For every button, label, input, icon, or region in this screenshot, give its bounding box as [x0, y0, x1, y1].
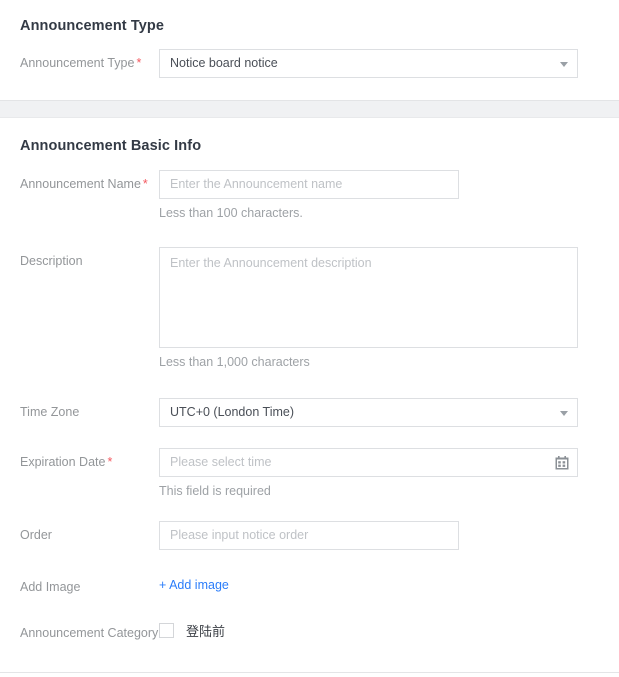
- form-row-announcement-category: Announcement Category 登陆前: [20, 595, 599, 643]
- add-image-link[interactable]: + Add image: [159, 573, 229, 593]
- label-description-text: Description: [20, 254, 83, 268]
- label-announcement-type: Announcement Type*: [20, 49, 159, 71]
- form-row-description: Description Enter the Announcement descr…: [20, 221, 599, 370]
- label-announcement-name-text: Announcement Name: [20, 177, 141, 191]
- label-announcement-category-text: Announcement Category: [20, 626, 158, 640]
- field-order: Please input notice order: [159, 521, 599, 550]
- section-title-announcement-basic-info: Announcement Basic Info: [20, 118, 599, 154]
- expiration-date-hint: This field is required: [159, 477, 599, 499]
- expiration-date-placeholder: Please select time: [170, 455, 271, 469]
- label-time-zone-text: Time Zone: [20, 405, 79, 419]
- checkbox-unchecked-icon[interactable]: [159, 623, 174, 638]
- required-asterisk: *: [143, 177, 148, 191]
- announcement-category-option-label[interactable]: 登陆前: [186, 621, 225, 640]
- form-row-expiration-date: Expiration Date* Please select time: [20, 427, 599, 499]
- description-hint: Less than 1,000 characters: [159, 348, 599, 370]
- form-row-add-image: Add Image + Add image: [20, 550, 599, 595]
- label-add-image: Add Image: [20, 573, 159, 595]
- section-title-announcement-type: Announcement Type: [20, 0, 599, 34]
- order-placeholder: Please input notice order: [170, 528, 308, 542]
- chevron-down-icon[interactable]: [560, 62, 568, 67]
- description-textarea[interactable]: Enter the Announcement description: [159, 247, 578, 348]
- form-row-announcement-name: Announcement Name* Enter the Announcemen…: [20, 154, 599, 221]
- description-placeholder: Enter the Announcement description: [170, 256, 372, 270]
- field-time-zone: UTC+0 (London Time): [159, 398, 599, 427]
- field-expiration-date: Please select time: [159, 448, 599, 499]
- expiration-date-input[interactable]: Please select time: [159, 448, 578, 477]
- field-announcement-type: Notice board notice: [159, 49, 599, 78]
- order-input[interactable]: Please input notice order: [159, 521, 459, 550]
- field-add-image: + Add image: [159, 573, 599, 594]
- form-row-order: Order Please input notice order: [20, 499, 599, 550]
- chevron-down-icon[interactable]: [560, 411, 568, 416]
- label-order-text: Order: [20, 528, 52, 542]
- section-announcement-basic-info: Announcement Basic Info Announcement Nam…: [0, 118, 619, 643]
- announcement-type-select[interactable]: Notice board notice: [159, 49, 578, 78]
- announcement-name-input[interactable]: Enter the Announcement name: [159, 170, 459, 199]
- label-expiration-date-text: Expiration Date: [20, 455, 105, 469]
- label-description: Description: [20, 247, 159, 269]
- bottom-divider: [0, 672, 619, 673]
- label-expiration-date: Expiration Date*: [20, 448, 159, 470]
- calendar-icon[interactable]: [555, 456, 569, 470]
- field-announcement-category: 登陆前: [159, 617, 599, 640]
- label-add-image-text: Add Image: [20, 580, 80, 594]
- field-description: Enter the Announcement description Less …: [159, 247, 599, 370]
- section-announcement-type: Announcement Type Announcement Type* Not…: [0, 0, 619, 100]
- announcement-type-select-value: Notice board notice: [170, 56, 278, 70]
- required-asterisk: *: [107, 455, 112, 469]
- announcement-form-page: Announcement Type Announcement Type* Not…: [0, 0, 619, 677]
- required-asterisk: *: [136, 56, 141, 70]
- label-order: Order: [20, 521, 159, 543]
- form-row-announcement-type: Announcement Type* Notice board notice: [20, 34, 599, 100]
- label-announcement-type-text: Announcement Type: [20, 56, 134, 70]
- announcement-name-placeholder: Enter the Announcement name: [170, 177, 342, 191]
- label-time-zone: Time Zone: [20, 398, 159, 420]
- label-announcement-category: Announcement Category: [20, 617, 159, 643]
- section-divider: [0, 100, 619, 118]
- time-zone-select-value: UTC+0 (London Time): [170, 405, 294, 419]
- label-announcement-name: Announcement Name*: [20, 170, 159, 192]
- announcement-category-checkbox-row: 登陆前: [159, 617, 599, 640]
- field-announcement-name: Enter the Announcement name Less than 10…: [159, 170, 599, 221]
- time-zone-select[interactable]: UTC+0 (London Time): [159, 398, 578, 427]
- form-row-time-zone: Time Zone UTC+0 (London Time): [20, 370, 599, 427]
- announcement-name-hint: Less than 100 characters.: [159, 199, 599, 221]
